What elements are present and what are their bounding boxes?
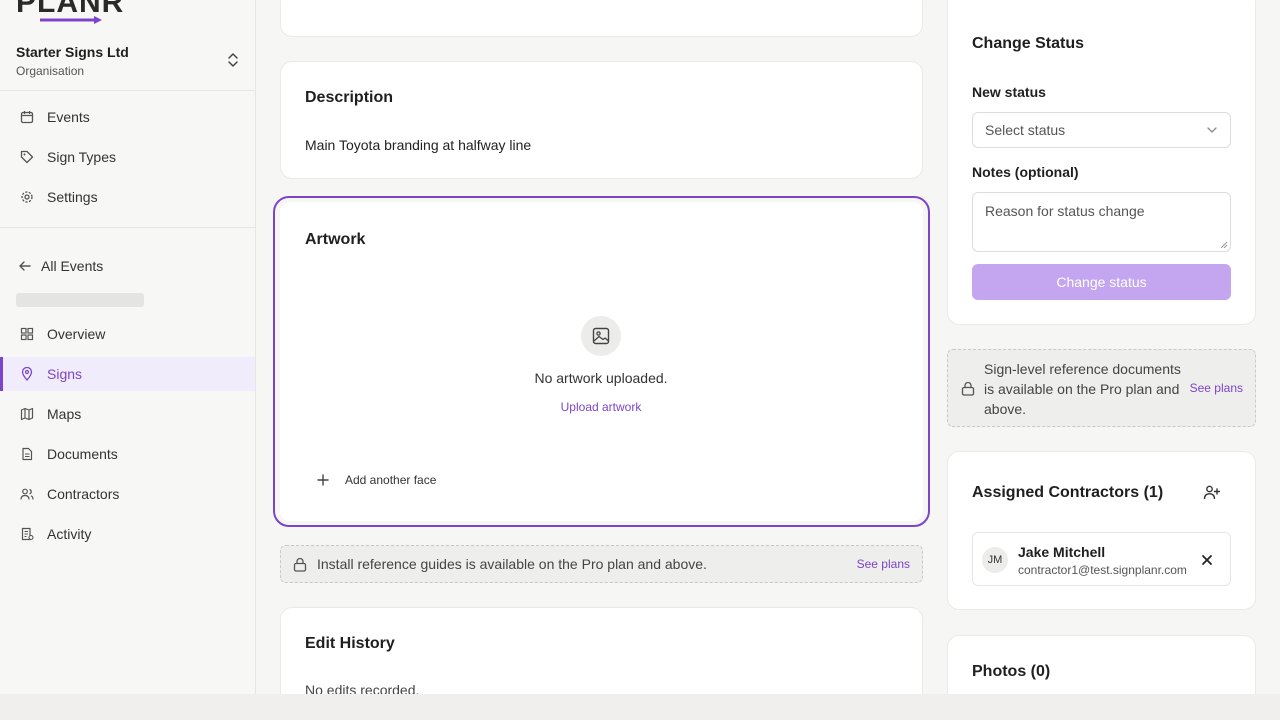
map-icon bbox=[20, 407, 34, 421]
lock-icon bbox=[293, 557, 307, 572]
nav-item-documents[interactable]: Documents bbox=[0, 437, 255, 471]
close-icon[interactable] bbox=[1201, 554, 1213, 566]
status-select[interactable]: Select status bbox=[972, 112, 1231, 148]
nav-label: Documents bbox=[47, 446, 118, 462]
nav-label: Settings bbox=[47, 189, 98, 205]
arrow-left-icon bbox=[19, 261, 31, 271]
install-guides-banner: Install reference guides is available on… bbox=[280, 545, 923, 583]
image-icon bbox=[592, 327, 610, 345]
status-select-value: Select status bbox=[985, 122, 1066, 138]
nav-item-sign-types[interactable]: Sign Types bbox=[0, 140, 255, 174]
nav-item-overview[interactable]: Overview bbox=[0, 317, 255, 351]
event-name-skeleton bbox=[16, 293, 144, 307]
users-icon bbox=[20, 488, 34, 500]
new-status-label: New status bbox=[972, 84, 1046, 100]
plus-icon bbox=[317, 474, 329, 486]
contractor-name: Jake Mitchell bbox=[1018, 544, 1106, 560]
map-pin-icon bbox=[21, 367, 33, 381]
notes-textarea[interactable]: Reason for status change bbox=[972, 192, 1231, 252]
org-name: Starter Signs Ltd bbox=[16, 44, 129, 60]
description-title: Description bbox=[305, 89, 394, 106]
grid-icon bbox=[20, 327, 34, 341]
nav-label: Activity bbox=[47, 526, 92, 542]
nav-label: Overview bbox=[47, 326, 106, 342]
bottom-bar bbox=[0, 694, 1280, 720]
contractor-row: JM Jake Mitchell contractor1@test.signpl… bbox=[972, 532, 1231, 586]
nav-item-contractors[interactable]: Contractors bbox=[0, 477, 255, 511]
artwork-placeholder bbox=[581, 316, 621, 356]
reference-docs-banner: Sign-level reference documents is availa… bbox=[947, 349, 1256, 427]
change-status-title: Change Status bbox=[972, 35, 1085, 52]
add-user-icon[interactable] bbox=[1203, 484, 1220, 501]
nav-item-maps[interactable]: Maps bbox=[0, 397, 255, 431]
nav-label: Maps bbox=[47, 406, 82, 422]
calendar-icon bbox=[20, 111, 34, 124]
lock-icon bbox=[961, 381, 975, 396]
no-artwork-text: No artwork uploaded. bbox=[534, 370, 668, 386]
notes-label: Notes (optional) bbox=[972, 164, 1079, 180]
add-face-label: Add another face bbox=[345, 473, 437, 487]
gear-icon bbox=[21, 191, 33, 203]
contractors-title: Assigned Contractors (1) bbox=[972, 484, 1164, 501]
nav-label: All Events bbox=[41, 258, 104, 274]
assigned-contractors-card: Assigned Contractors (1) bbox=[947, 451, 1256, 610]
description-text: Main Toyota branding at halfway line bbox=[305, 137, 532, 153]
previous-card bbox=[280, 0, 923, 37]
change-status-button[interactable]: Change status bbox=[972, 264, 1231, 300]
tag-icon bbox=[20, 150, 34, 164]
sidebar: PLANR Starter Signs Ltd Organisation Eve… bbox=[0, 0, 256, 694]
nav-item-activity[interactable]: Activity bbox=[0, 517, 255, 551]
nav-label: Sign Types bbox=[47, 149, 117, 165]
sidebar-divider bbox=[0, 90, 255, 91]
nav-item-all-events[interactable]: All Events bbox=[0, 249, 255, 283]
resize-grip-icon[interactable] bbox=[1220, 241, 1228, 249]
see-plans-link[interactable]: See plans bbox=[857, 557, 910, 571]
nav-label: Events bbox=[47, 109, 90, 125]
nav-item-events[interactable]: Events bbox=[0, 100, 255, 134]
description-card: Description Main Toyota branding at half… bbox=[280, 61, 923, 179]
document-icon bbox=[22, 447, 33, 461]
reference-banner-text: Sign-level reference documents is availa… bbox=[984, 361, 1181, 417]
contractor-email: contractor1@test.signplanr.com bbox=[1018, 563, 1187, 577]
nav-label: Contractors bbox=[47, 486, 120, 502]
notes-placeholder: Reason for status change bbox=[985, 203, 1145, 219]
contractor-avatar: JM bbox=[982, 547, 1008, 573]
activity-icon bbox=[21, 527, 34, 541]
nav-item-settings[interactable]: Settings bbox=[0, 180, 255, 214]
install-banner-text: Install reference guides is available on… bbox=[317, 556, 707, 572]
add-another-face-button[interactable]: Add another face bbox=[316, 470, 436, 490]
org-switcher[interactable]: Starter Signs Ltd Organisation bbox=[16, 44, 240, 78]
nav-label: Signs bbox=[47, 366, 83, 382]
chevron-up-down-icon bbox=[228, 53, 238, 67]
nav-item-signs[interactable]: Signs bbox=[0, 357, 255, 391]
see-plans-link[interactable]: See plans bbox=[1190, 381, 1243, 395]
logo-arrow-icon bbox=[40, 16, 102, 24]
sidebar-divider bbox=[0, 227, 255, 228]
org-subtitle: Organisation bbox=[16, 64, 85, 78]
edit-history-title: Edit History bbox=[305, 635, 395, 652]
upload-artwork-link[interactable]: Upload artwork bbox=[520, 400, 682, 414]
chevron-down-icon bbox=[1207, 127, 1217, 133]
artwork-title: Artwork bbox=[305, 231, 366, 248]
photos-title: Photos (0) bbox=[972, 663, 1051, 680]
